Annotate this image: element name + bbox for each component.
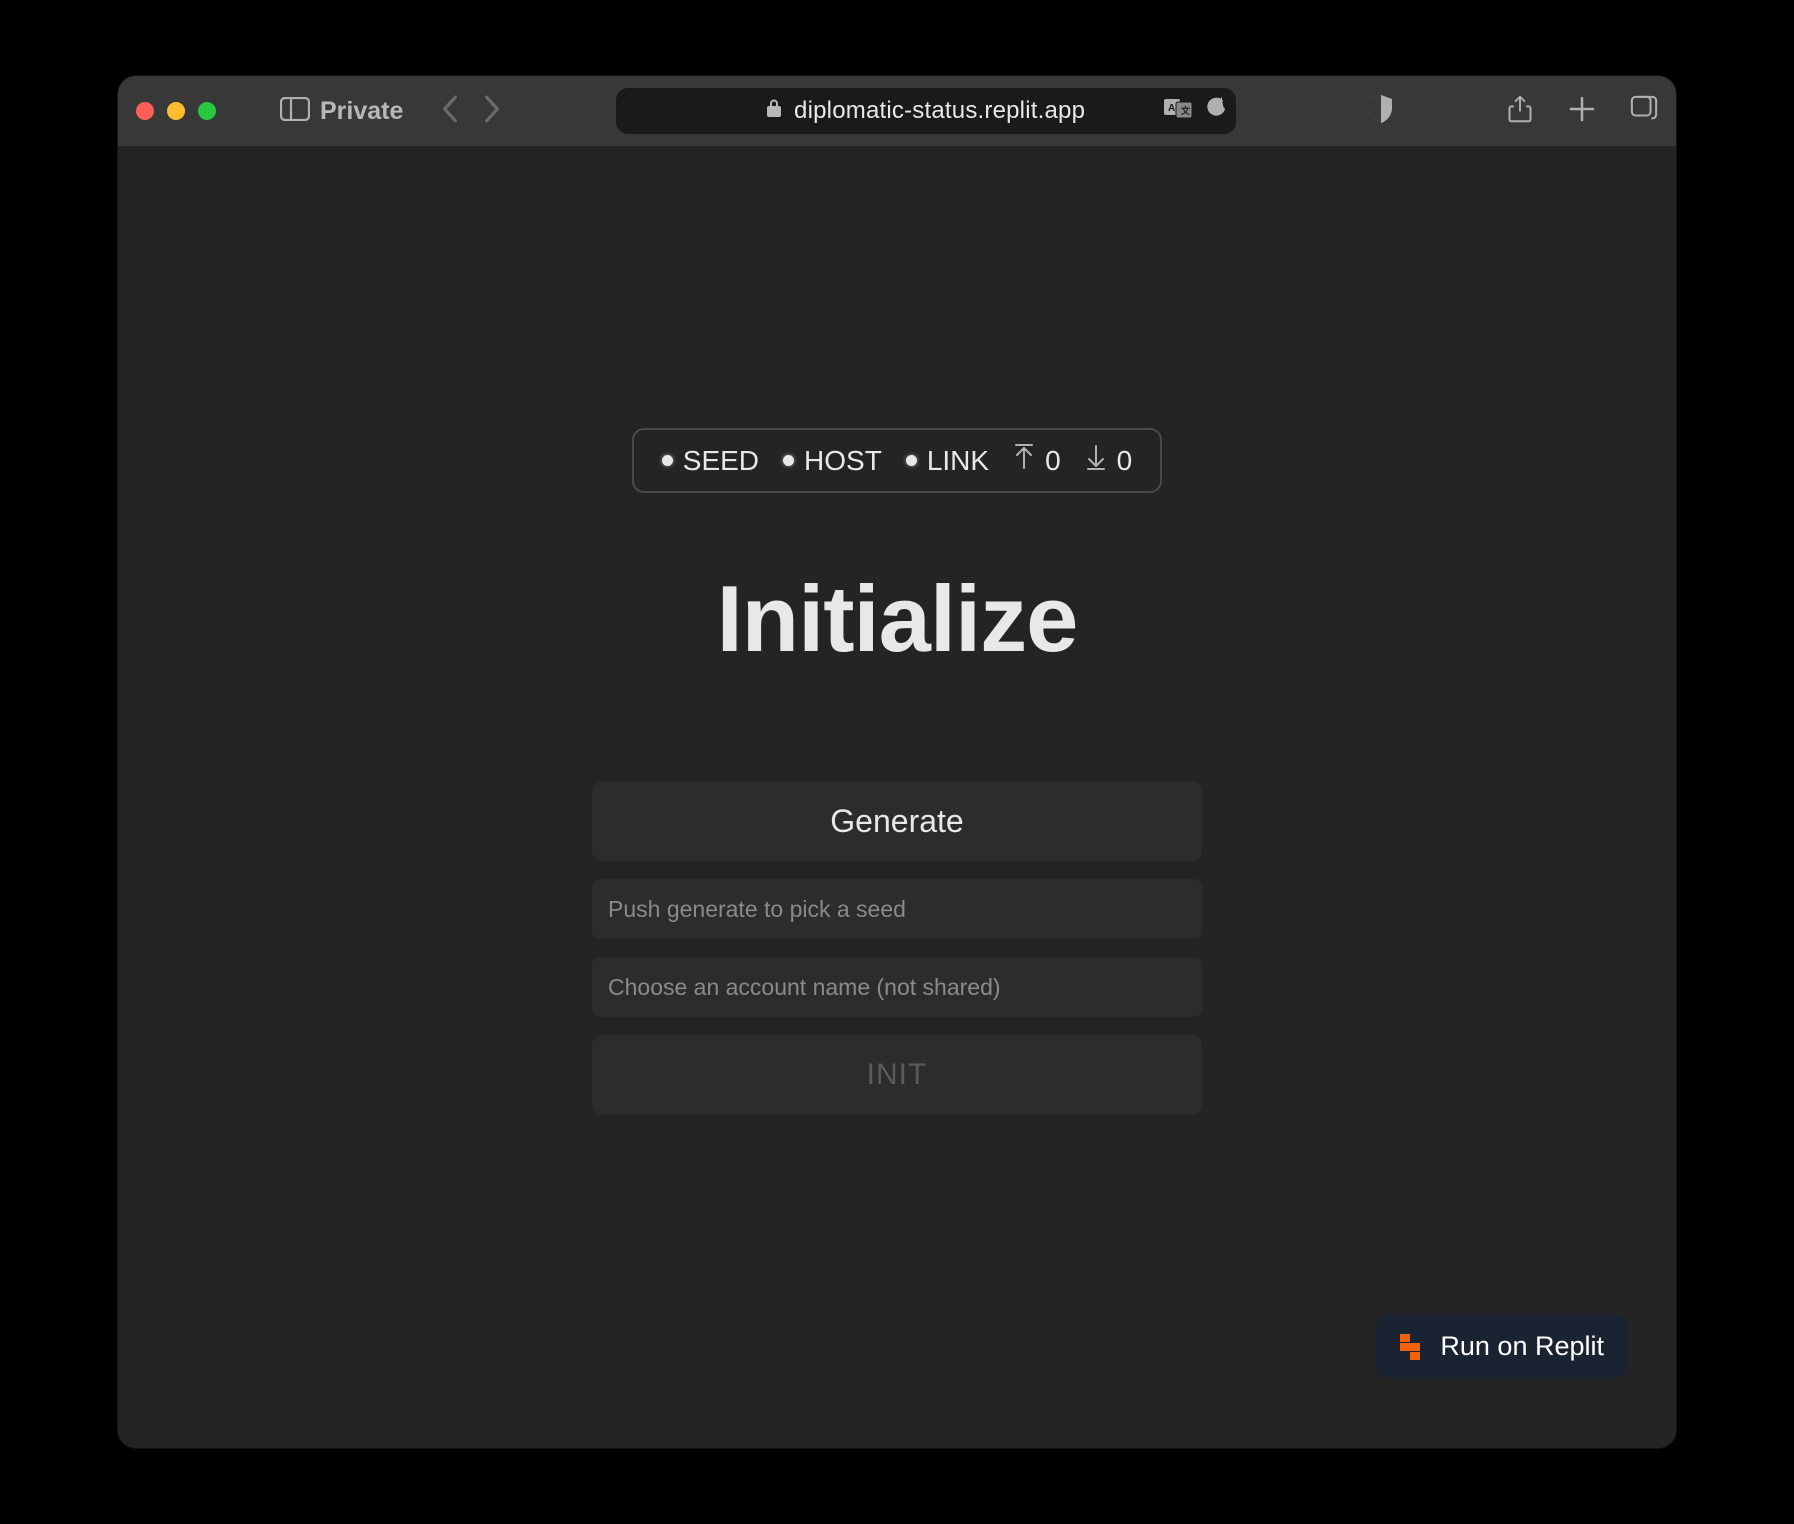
status-download: 0 <box>1085 444 1133 477</box>
private-label: Private <box>320 97 403 126</box>
browser-window: Private diplomatic-status.replit.app <box>118 76 1676 1448</box>
replit-logo-icon <box>1400 1334 1424 1360</box>
replit-badge-label: Run on Replit <box>1440 1331 1604 1362</box>
status-label: HOST <box>804 445 882 477</box>
status-dot-icon <box>662 455 673 466</box>
sidebar-toggle[interactable]: Private <box>280 97 403 126</box>
share-icon[interactable] <box>1506 95 1534 128</box>
traffic-lights <box>136 102 216 120</box>
nav-arrows <box>439 94 503 129</box>
address-bar[interactable]: diplomatic-status.replit.app A 文 <box>616 88 1236 134</box>
upload-count: 0 <box>1045 445 1061 477</box>
init-button[interactable]: INIT <box>592 1035 1202 1115</box>
replit-badge[interactable]: Run on Replit <box>1376 1315 1628 1378</box>
forward-button[interactable] <box>481 94 503 129</box>
seed-input[interactable] <box>592 879 1202 939</box>
status-host: HOST <box>783 445 882 477</box>
lock-icon <box>766 97 782 125</box>
svg-text:文: 文 <box>1180 105 1191 116</box>
status-dot-icon <box>783 455 794 466</box>
generate-button[interactable]: Generate <box>592 781 1202 861</box>
toolbar-right <box>1506 95 1658 128</box>
status-dot-icon <box>906 455 917 466</box>
account-name-input[interactable] <box>592 957 1202 1017</box>
sidebar-icon <box>280 97 310 126</box>
arrow-up-icon <box>1013 444 1035 477</box>
window-close-button[interactable] <box>136 102 154 120</box>
status-pill: SEED HOST LINK 0 <box>632 428 1162 493</box>
new-tab-icon[interactable] <box>1568 95 1596 128</box>
reload-icon[interactable] <box>1206 97 1226 126</box>
status-label: LINK <box>927 445 989 477</box>
browser-toolbar: Private diplomatic-status.replit.app <box>118 76 1676 146</box>
svg-text:A: A <box>1168 103 1175 114</box>
status-upload: 0 <box>1013 444 1061 477</box>
back-button[interactable] <box>439 94 461 129</box>
page-title: Initialize <box>717 565 1078 673</box>
arrow-down-icon <box>1085 444 1107 477</box>
status-label: SEED <box>683 445 759 477</box>
window-maximize-button[interactable] <box>198 102 216 120</box>
init-form: Generate INIT <box>592 781 1202 1115</box>
status-link: LINK <box>906 445 989 477</box>
page-content: SEED HOST LINK 0 <box>118 146 1676 1448</box>
shield-icon[interactable] <box>1368 94 1394 129</box>
translate-icon[interactable]: A 文 <box>1164 97 1194 126</box>
download-count: 0 <box>1117 445 1133 477</box>
status-seed: SEED <box>662 445 759 477</box>
url-text: diplomatic-status.replit.app <box>794 97 1085 125</box>
window-minimize-button[interactable] <box>167 102 185 120</box>
tabs-overview-icon[interactable] <box>1630 95 1658 128</box>
